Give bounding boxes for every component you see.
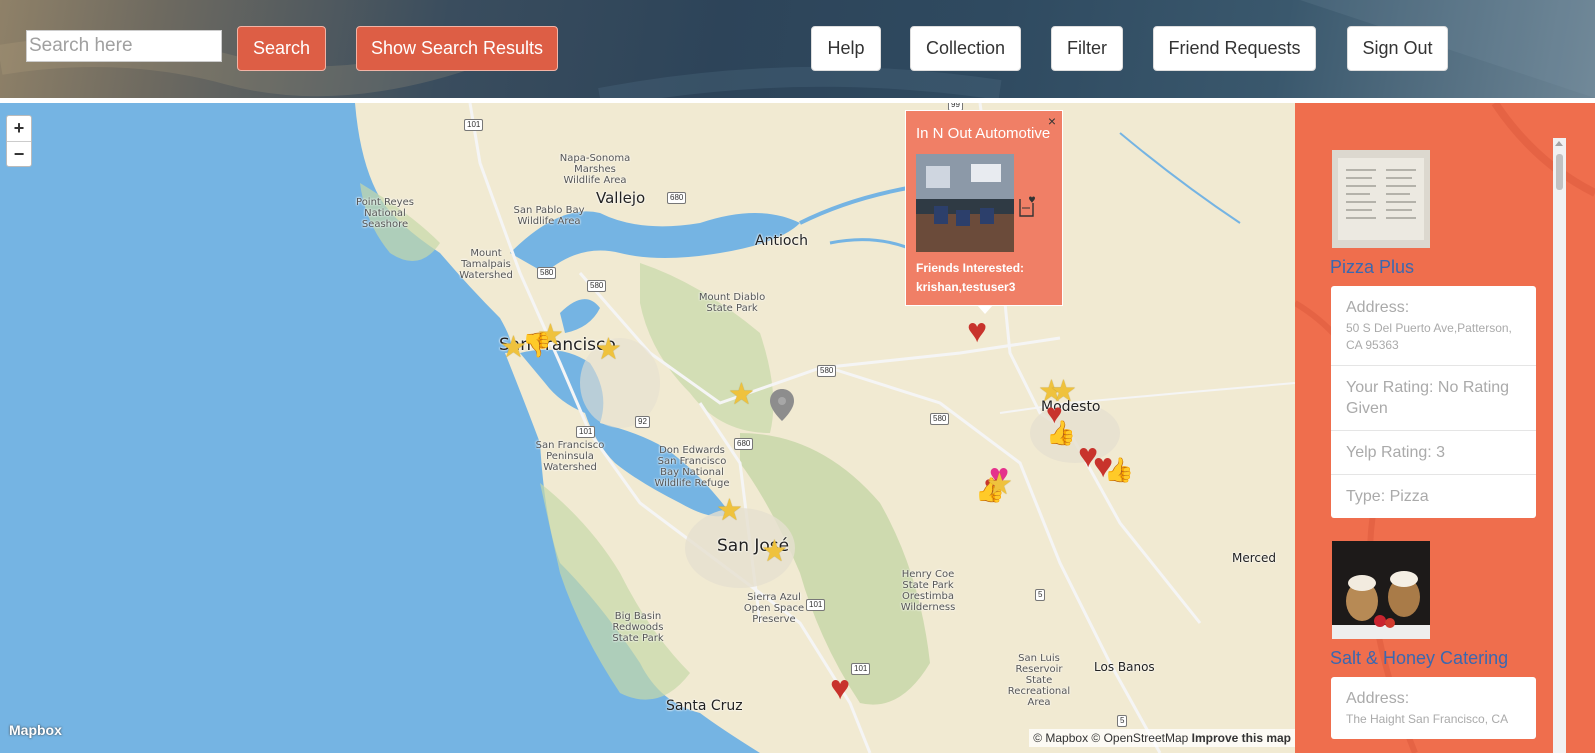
- highway-shield: 5: [1117, 715, 1128, 727]
- sidebar-scrollbar[interactable]: [1553, 138, 1566, 753]
- map[interactable]: + − Vallejo Antioch San Francisco Modest…: [0, 103, 1295, 753]
- address-row: Address: 50 S Del Puerto Ave,Patterson, …: [1331, 286, 1536, 365]
- result-details-card: Address: The Haight San Francisco, CA: [1331, 677, 1536, 739]
- place-label: Los Banos: [1094, 660, 1155, 674]
- highway-shield: 101: [464, 119, 484, 131]
- scrollbar-thumb[interactable]: [1556, 154, 1563, 190]
- map-attribution: © Mapbox © OpenStreetMap Improve this ma…: [1029, 729, 1295, 747]
- highway-shield: 92: [635, 416, 650, 428]
- highway-shield: 580: [537, 267, 557, 279]
- place-popup: In N Out Automotive × Friends Interested…: [905, 110, 1063, 314]
- popup-title: In N Out Automotive: [916, 125, 1051, 142]
- show-search-results-button[interactable]: Show Search Results: [356, 26, 558, 71]
- search-button[interactable]: Search: [237, 26, 326, 71]
- address-label: Address:: [1346, 690, 1410, 707]
- sign-out-button[interactable]: Sign Out: [1347, 26, 1448, 71]
- highway-shield: 101: [851, 663, 871, 675]
- pizza-plus-image: [1332, 150, 1430, 248]
- friend-requests-button[interactable]: Friend Requests: [1153, 26, 1316, 71]
- park-label: Mount Tamalpais Watershed: [459, 248, 513, 281]
- address-label: Address:: [1346, 299, 1410, 316]
- heart-marker-icon[interactable]: ♥: [830, 671, 850, 705]
- star-marker-icon[interactable]: ★: [716, 496, 743, 526]
- highway-shield: 580: [930, 413, 950, 425]
- results-sidebar: Pizza Plus Address: 50 S Del Puerto Ave,…: [1295, 103, 1595, 753]
- improve-map-link[interactable]: Improve this map: [1192, 731, 1291, 745]
- thumbs-down-marker-icon[interactable]: 👎: [522, 333, 552, 359]
- park-label: San Luis Reservoir State Recreational Ar…: [1007, 653, 1071, 708]
- park-label: Napa-Sonoma Marshes Wildlife Area: [559, 153, 631, 186]
- park-label: Henry Coe State Park Orestimba Wildernes…: [900, 569, 956, 613]
- friends-interested-label: Friends Interested:: [916, 261, 1025, 275]
- place-label: Santa Cruz: [666, 698, 743, 714]
- collection-button[interactable]: Collection: [910, 26, 1021, 71]
- zoom-out-button[interactable]: −: [7, 141, 31, 166]
- map-base-layer: [0, 103, 1295, 753]
- result-title[interactable]: Salt & Honey Catering: [1330, 648, 1508, 669]
- popup-tip: [977, 305, 993, 314]
- park-label: San Pablo Bay Wildlife Area: [513, 205, 585, 227]
- highway-shield: 101: [576, 426, 596, 438]
- filter-button[interactable]: Filter: [1051, 26, 1123, 71]
- yelp-rating-row: Yelp Rating: 3: [1331, 430, 1536, 474]
- mapbox-logo[interactable]: Mapbox: [9, 722, 62, 738]
- star-marker-icon[interactable]: ★: [728, 380, 755, 410]
- park-label: San Francisco Peninsula Watershed: [535, 440, 605, 473]
- thumbs-up-marker-icon[interactable]: 👍: [1046, 421, 1076, 447]
- star-marker-icon[interactable]: ★: [595, 335, 622, 365]
- search-input[interactable]: [26, 30, 222, 62]
- park-label: Big Basin Redwoods State Park: [612, 611, 664, 644]
- park-label: Sierra Azul Open Space Preserve: [743, 592, 805, 625]
- address-value: The Haight San Francisco, CA: [1346, 712, 1509, 726]
- place-label: Vallejo: [596, 189, 646, 207]
- highway-shield: 680: [667, 192, 687, 204]
- highway-shield: 580: [817, 365, 837, 377]
- scroll-up-icon[interactable]: [1555, 141, 1563, 146]
- park-label: Don Edwards San Francisco Bay National W…: [654, 445, 730, 489]
- park-label: Point Reyes National Seashore: [356, 197, 414, 230]
- friends-interested: Friends Interested: krishan,testuser3: [916, 259, 1024, 297]
- add-to-collection-icon[interactable]: [1018, 195, 1036, 217]
- your-rating-row: Your Rating: No Rating Given: [1331, 365, 1536, 430]
- help-button[interactable]: Help: [811, 26, 881, 71]
- thumbs-up-marker-icon[interactable]: 👍: [1104, 458, 1134, 484]
- top-bar: Search Show Search Results Help Collecti…: [0, 0, 1595, 98]
- zoom-control: + −: [6, 115, 32, 167]
- highway-shield: 680: [734, 438, 754, 450]
- highway-shield: 101: [806, 599, 826, 611]
- attribution-text[interactable]: © Mapbox © OpenStreetMap: [1033, 731, 1188, 745]
- place-label: Merced: [1232, 551, 1277, 565]
- location-pin-icon[interactable]: [770, 389, 794, 425]
- result-title[interactable]: Pizza Plus: [1330, 257, 1414, 278]
- zoom-in-button[interactable]: +: [7, 116, 31, 141]
- place-photo: [916, 154, 1014, 252]
- result-details-card: Address: 50 S Del Puerto Ave,Patterson, …: [1331, 286, 1536, 518]
- place-label: Antioch: [755, 233, 808, 249]
- address-row: Address: The Haight San Francisco, CA: [1331, 677, 1536, 739]
- star-marker-icon[interactable]: ★: [986, 470, 1013, 500]
- popup-close-icon[interactable]: ×: [1048, 113, 1056, 129]
- star-marker-icon[interactable]: ★: [761, 537, 788, 567]
- highway-shield: 5: [1035, 589, 1046, 601]
- highway-shield: 580: [587, 280, 607, 292]
- park-label: Mount Diablo State Park: [698, 292, 766, 314]
- address-value: 50 S Del Puerto Ave,Patterson, CA 95363: [1346, 321, 1512, 352]
- salt-honey-image: [1332, 541, 1430, 639]
- heart-marker-icon[interactable]: ♥: [967, 314, 987, 348]
- type-row: Type: Pizza: [1331, 474, 1536, 518]
- friends-interested-list: krishan,testuser3: [916, 280, 1016, 294]
